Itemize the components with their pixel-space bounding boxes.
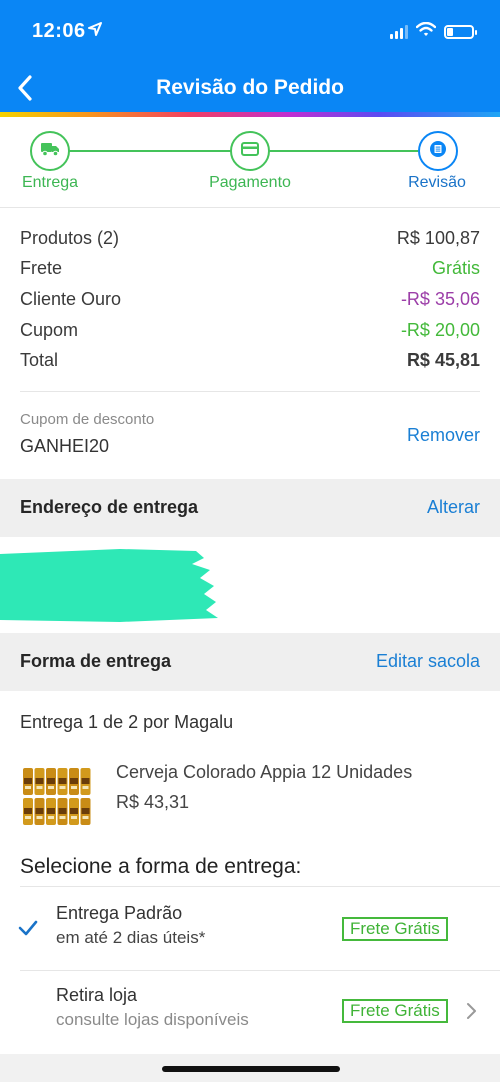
divider bbox=[20, 391, 480, 392]
step-label-revisao: Revisão bbox=[408, 174, 466, 191]
checkmark-icon bbox=[17, 918, 39, 938]
truck-icon bbox=[40, 141, 60, 162]
summary-row-total: Total R$ 45,81 bbox=[20, 350, 480, 374]
summary-label: Produtos (2) bbox=[20, 228, 120, 248]
coupon-label: Cupom de desconto bbox=[20, 411, 155, 428]
home-indicator[interactable] bbox=[162, 1066, 340, 1072]
coupon-code: GANHEI20 bbox=[20, 436, 110, 456]
redacted-address bbox=[0, 549, 218, 622]
step-label-entrega: Entrega bbox=[21, 174, 79, 191]
status-bar: 12:06 bbox=[0, 0, 500, 64]
receipt-icon bbox=[429, 140, 447, 163]
summary-value: Grátis bbox=[431, 258, 480, 278]
summary-label: Cupom bbox=[20, 320, 79, 340]
checkout-stepper: Entrega Pagamento Revisão bbox=[0, 117, 500, 207]
step-connector bbox=[68, 150, 232, 152]
summary-row-frete: Frete Grátis bbox=[20, 258, 480, 282]
product-price: R$ 43,31 bbox=[116, 792, 190, 812]
location-arrow-icon bbox=[88, 22, 102, 40]
summary-label: Frete bbox=[20, 258, 63, 278]
chevron-right-icon bbox=[464, 1001, 478, 1021]
change-address-button[interactable]: Alterar bbox=[427, 497, 480, 518]
summary-row-cupom: Cupom -R$ 20,00 bbox=[20, 320, 480, 344]
option-subtitle: em até 2 dias úteis* bbox=[56, 928, 206, 947]
product-image bbox=[20, 764, 94, 828]
summary-value: -R$ 20,00 bbox=[400, 320, 480, 340]
app-header: 12:06 Revisão do Pedido bbox=[0, 0, 500, 114]
option-title: Entrega Padrão bbox=[56, 903, 183, 923]
step-entrega[interactable] bbox=[30, 131, 70, 171]
summary-label: Cliente Ouro bbox=[20, 289, 122, 309]
summary-value: R$ 100,87 bbox=[396, 228, 480, 248]
step-connector bbox=[268, 150, 418, 152]
remove-coupon-button[interactable]: Remover bbox=[407, 425, 480, 446]
step-label-pagamento: Pagamento bbox=[209, 174, 291, 191]
free-shipping-badge: Frete Grátis bbox=[342, 999, 448, 1023]
page-title: Revisão do Pedido bbox=[156, 76, 344, 99]
status-icons bbox=[390, 21, 477, 42]
address-section-title: Endereço de entrega bbox=[20, 497, 199, 517]
option-title: Retira loja bbox=[56, 985, 138, 1005]
edit-bag-button[interactable]: Editar sacola bbox=[376, 651, 480, 672]
free-shipping-badge: Frete Grátis bbox=[342, 917, 448, 941]
wifi-icon bbox=[415, 21, 437, 42]
shipping-section-header: Forma de entrega Editar sacola bbox=[0, 633, 500, 691]
step-pagamento[interactable] bbox=[230, 131, 270, 171]
step-revisao[interactable] bbox=[418, 131, 458, 171]
product-name: Cerveja Colorado Appia 12 Unidades bbox=[116, 762, 413, 782]
summary-label: Total bbox=[20, 350, 59, 370]
divider bbox=[20, 970, 500, 971]
address-section-header: Endereço de entrega Alterar bbox=[0, 479, 500, 537]
shipping-section-title: Forma de entrega bbox=[20, 651, 172, 671]
summary-value: R$ 45,81 bbox=[406, 350, 480, 370]
delivery-heading: Entrega 1 de 2 por Magalu bbox=[20, 712, 234, 732]
delivery-options-title: Selecione a forma de entrega: bbox=[20, 855, 302, 878]
battery-icon bbox=[444, 25, 477, 39]
status-time: 12:06 bbox=[32, 20, 86, 42]
option-subtitle: consulte lojas disponíveis bbox=[56, 1010, 249, 1029]
summary-row-produtos: Produtos (2) R$ 100,87 bbox=[20, 228, 480, 252]
summary-row-cliente-ouro: Cliente Ouro -R$ 35,06 bbox=[20, 289, 480, 313]
signal-icon bbox=[390, 25, 408, 39]
divider bbox=[20, 886, 500, 887]
divider bbox=[0, 207, 500, 208]
card-icon bbox=[241, 141, 259, 161]
summary-value: -R$ 35,06 bbox=[400, 289, 480, 309]
